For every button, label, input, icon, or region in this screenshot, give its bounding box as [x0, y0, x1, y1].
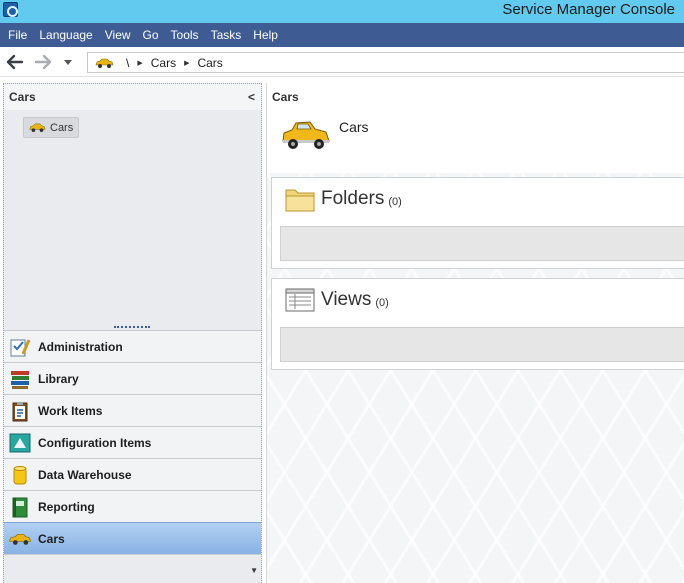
- breadcrumb-item[interactable]: Cars: [151, 56, 176, 70]
- views-icon: [285, 288, 315, 312]
- window-title: Service Manager Console: [502, 1, 675, 18]
- back-arrow-icon: [6, 54, 24, 70]
- administration-icon: [8, 335, 32, 359]
- menu-view[interactable]: View: [100, 28, 136, 42]
- workspace-work-items[interactable]: Work Items: [4, 394, 261, 426]
- workspace-configuration-items[interactable]: Configuration Items: [4, 426, 261, 458]
- car-icon: [8, 527, 32, 551]
- folder-icon: [285, 189, 315, 212]
- content-subtitle: Cars: [339, 119, 369, 135]
- app-icon[interactable]: [3, 2, 18, 17]
- views-count: (0): [375, 296, 389, 309]
- breadcrumb-root[interactable]: \: [126, 56, 129, 70]
- workspace-cars[interactable]: Cars: [4, 522, 261, 554]
- workspace-label: Data Warehouse: [38, 467, 132, 482]
- views-header: Views (0): [285, 287, 389, 313]
- workspace-list: Administration Library Work Items Config…: [4, 330, 261, 583]
- history-dropdown[interactable]: [60, 52, 76, 72]
- workspace-administration[interactable]: Administration: [4, 330, 261, 362]
- workspace-reporting[interactable]: Reporting: [4, 490, 261, 522]
- reporting-icon: [8, 495, 32, 519]
- views-section: Views (0): [271, 278, 684, 370]
- title-bar: Service Manager Console: [0, 0, 684, 23]
- breadcrumb-separator-icon[interactable]: ▶: [137, 59, 142, 67]
- menu-bar: File Language View Go Tools Tasks Help: [0, 23, 684, 47]
- chevron-down-icon: [64, 59, 72, 65]
- back-button[interactable]: [4, 52, 26, 72]
- tree-item-cars[interactable]: Cars: [23, 117, 80, 138]
- car-large-icon: [282, 121, 330, 149]
- navigation-pane-header: Cars <: [4, 84, 261, 110]
- workspace-label: Configuration Items: [38, 435, 152, 450]
- forward-arrow-icon: [34, 54, 52, 70]
- data-warehouse-icon: [8, 463, 32, 487]
- breadcrumb-item[interactable]: Cars: [197, 56, 222, 70]
- folders-title: Folders: [321, 188, 385, 209]
- folders-count: (0): [388, 195, 402, 208]
- workspace-data-warehouse[interactable]: Data Warehouse: [4, 458, 261, 490]
- car-icon: [95, 58, 114, 68]
- address-bar[interactable]: \ ▶ Cars ▶ Cars: [87, 52, 684, 73]
- workspace-label: Cars: [38, 531, 65, 546]
- workspace-label: Work Items: [38, 403, 103, 418]
- navigation-pane-title: Cars: [9, 90, 36, 104]
- configuration-items-icon: [8, 431, 32, 455]
- navigation-pane: Cars < Cars Administration Library Work …: [3, 83, 262, 583]
- content-pane: Cars Cars Folders (0) Views (0): [266, 83, 684, 583]
- workspace-library[interactable]: Library: [4, 362, 261, 394]
- folders-section: Folders (0): [271, 177, 684, 269]
- collapse-pane-button[interactable]: <: [248, 90, 255, 104]
- views-list[interactable]: [280, 327, 684, 362]
- menu-go[interactable]: Go: [138, 28, 164, 42]
- content-header: Cars Cars: [267, 83, 684, 173]
- views-title: Views: [321, 289, 372, 310]
- menu-help[interactable]: Help: [248, 28, 283, 42]
- workspace-label: Library: [38, 371, 79, 386]
- content-title: Cars: [272, 90, 299, 104]
- car-icon: [29, 123, 46, 132]
- workspace-overflow-bar: ▼: [4, 554, 261, 583]
- work-items-icon: [8, 399, 32, 423]
- folders-list[interactable]: [280, 226, 684, 261]
- forward-button[interactable]: [32, 52, 54, 72]
- breadcrumb-separator-icon[interactable]: ▶: [184, 59, 189, 67]
- library-icon: [8, 367, 32, 391]
- menu-language[interactable]: Language: [34, 28, 97, 42]
- tree-item-label: Cars: [50, 121, 74, 134]
- workspace-label: Administration: [38, 339, 123, 354]
- navigation-bar: \ ▶ Cars ▶ Cars: [0, 47, 684, 77]
- pane-splitter[interactable]: [114, 326, 150, 328]
- workspace-label: Reporting: [38, 499, 95, 514]
- folders-header: Folders (0): [285, 186, 402, 212]
- menu-file[interactable]: File: [3, 28, 32, 42]
- menu-tools[interactable]: Tools: [166, 28, 204, 42]
- menu-tasks[interactable]: Tasks: [206, 28, 247, 42]
- overflow-chevron-down-icon[interactable]: ▼: [250, 566, 258, 575]
